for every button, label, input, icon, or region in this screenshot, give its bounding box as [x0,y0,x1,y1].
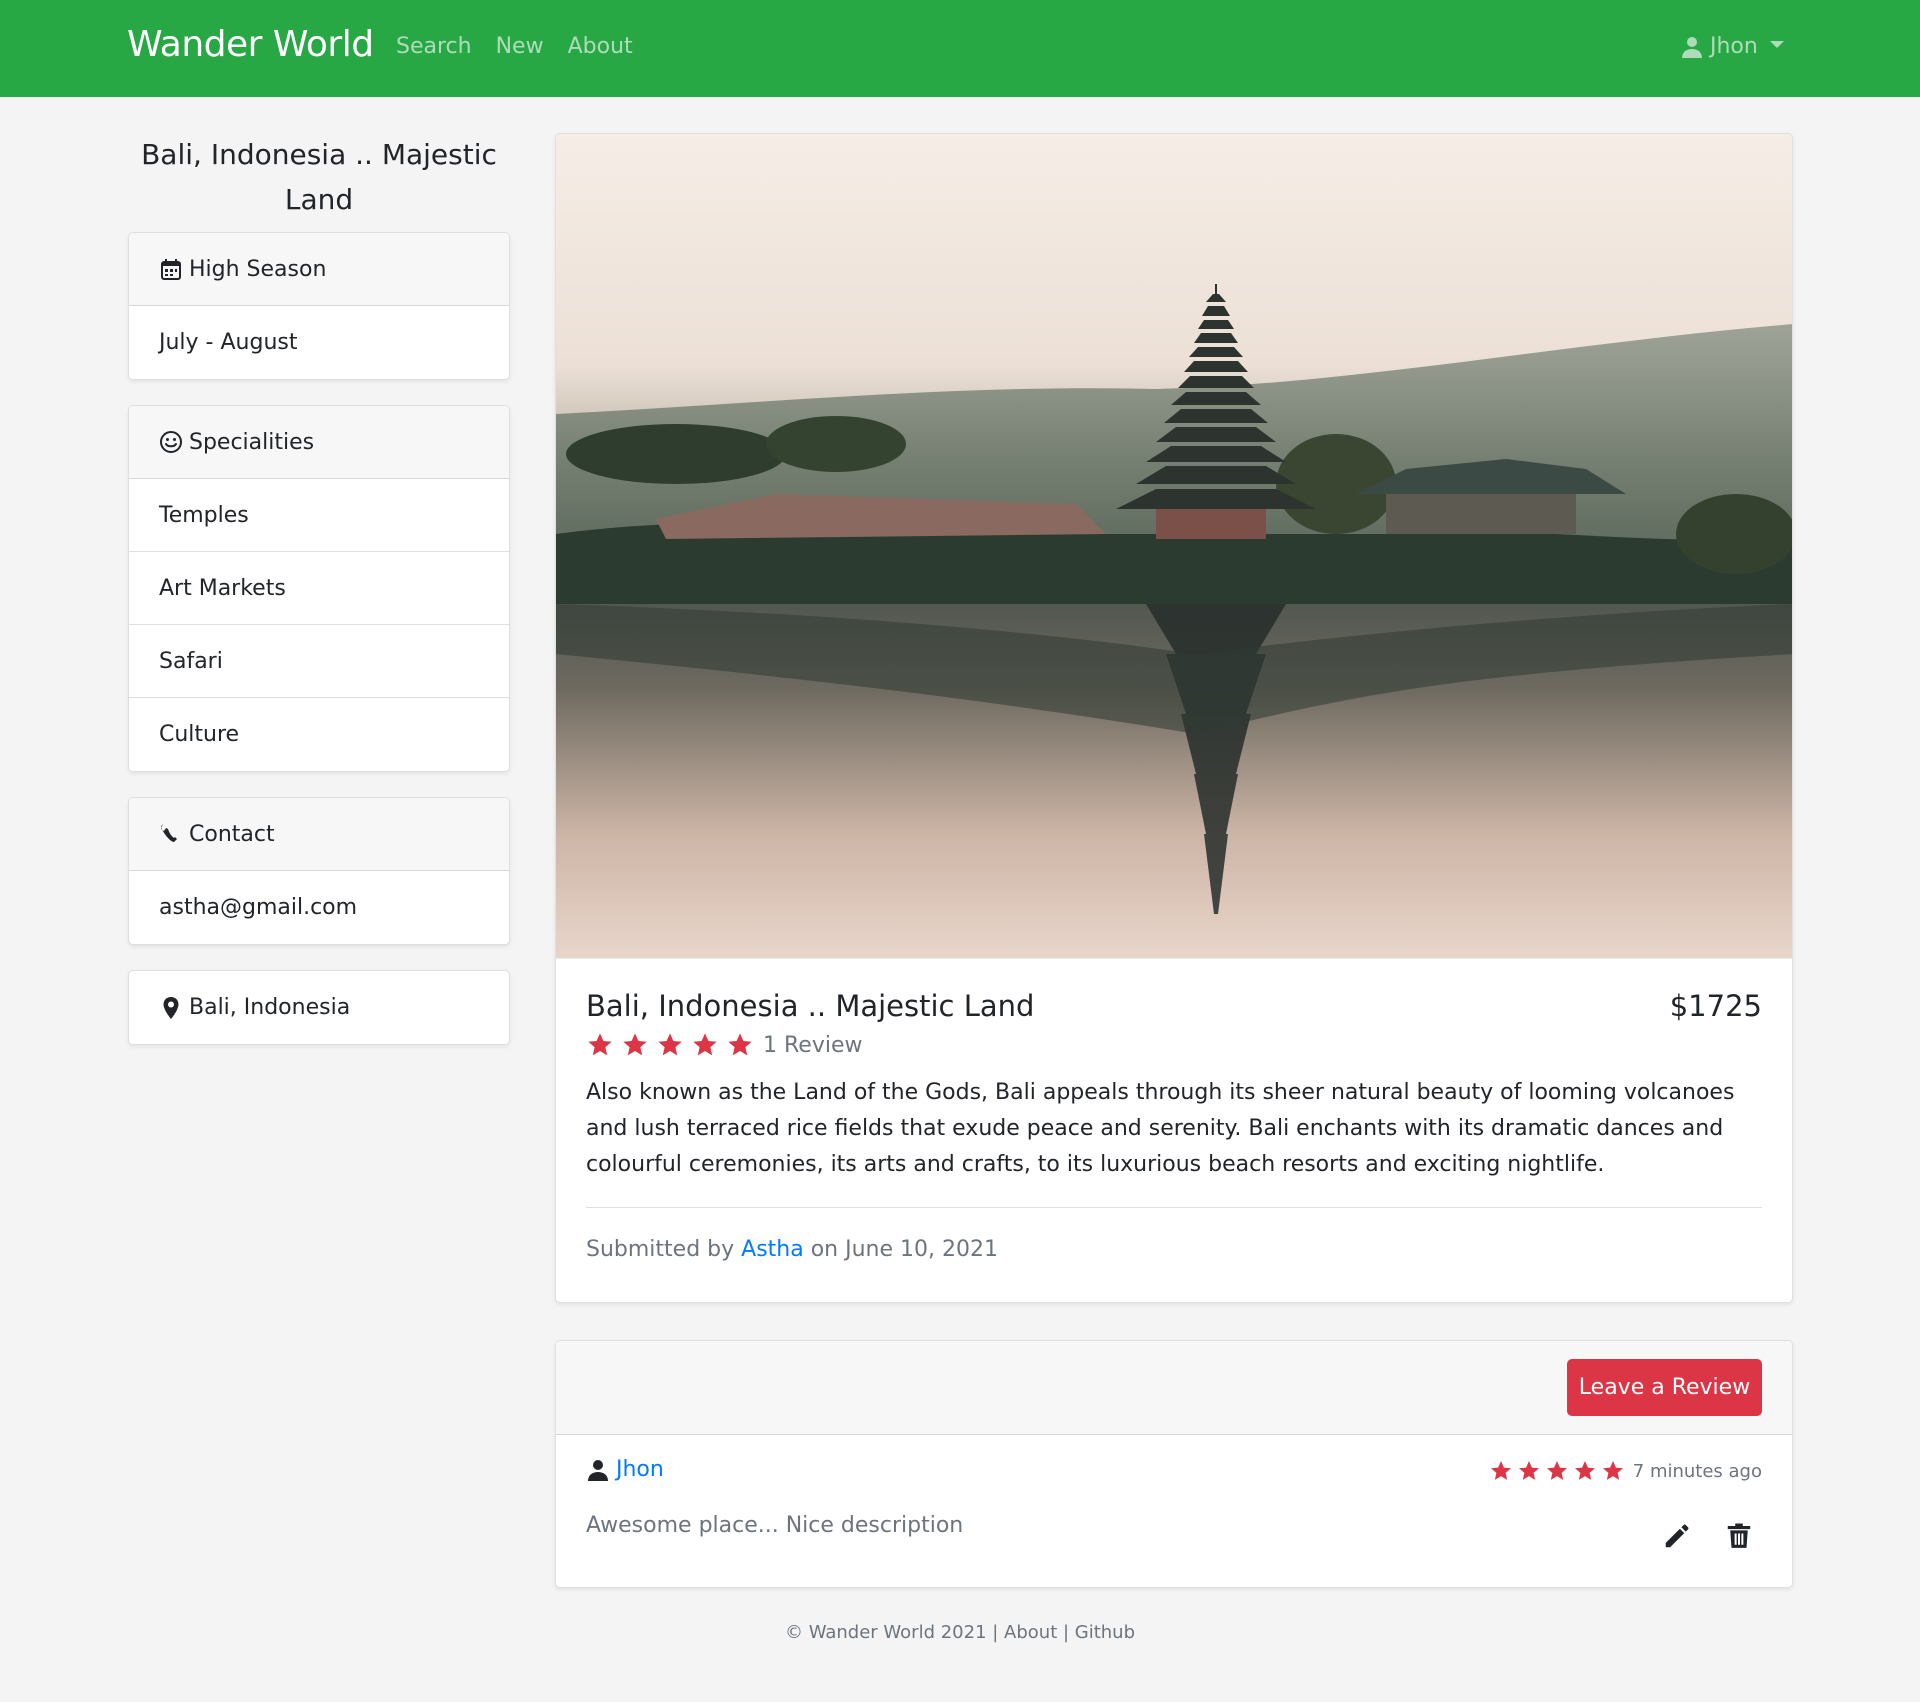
review-count: 1 Review [763,1032,863,1058]
listing-rating: 1 Review [586,1031,1762,1059]
user-icon [586,1458,610,1482]
season-card: High Season July - August [128,232,510,380]
map-marker-icon [159,996,183,1020]
review-text: Awesome place... Nice description [586,1513,964,1538]
star-icon [1574,1461,1595,1480]
trash-icon[interactable] [1724,1521,1754,1551]
phone-icon [159,822,183,846]
season-header: High Season [129,233,509,306]
sidebar-title: Bali, Indonesia .. Majestic Land [141,138,497,216]
star-icon [623,1033,647,1056]
brand-logo[interactable]: Wander World [127,24,374,65]
contact-card: Contact astha@gmail.com [128,797,510,945]
star-icon [1546,1461,1567,1480]
specialities-header: Specialities [129,406,509,479]
submitted-prefix: Submitted by [586,1237,735,1262]
nav-link-new[interactable]: New [496,34,544,59]
author-link[interactable]: Astha [741,1237,804,1262]
location-row: Bali, Indonesia [129,971,509,1044]
season-value: July - August [159,330,298,355]
review-meta: 7 minutes ago [1489,1459,1762,1483]
contact-email: astha@gmail.com [159,895,358,920]
user-name: Jhon [1710,34,1758,59]
speciality-item: Temples [129,479,509,552]
location-card: Bali, Indonesia [128,970,510,1045]
navbar: Wander World Search New About Jhon [0,0,1920,97]
divider [586,1207,1762,1208]
nav-link-about[interactable]: About [568,34,633,59]
user-icon [1680,35,1704,59]
star-icon [1490,1461,1511,1480]
reviews-card: Leave a Review Jhon 7 minutes ago Awesom… [555,1340,1793,1588]
specialities-card: Specialities Temples Art Markets Safari … [128,405,510,772]
star-icon [1518,1461,1539,1480]
star-icon [588,1033,612,1056]
reviews-header: Leave a Review [556,1341,1792,1435]
submitted-info: Submitted by Astha on June 10, 2021 [586,1237,1762,1262]
submitted-date: on June 10, 2021 [810,1237,998,1262]
star-icon [658,1033,682,1056]
edit-icon[interactable] [1662,1521,1692,1551]
review-user: Jhon [586,1457,664,1482]
location-text: Bali, Indonesia [189,995,351,1020]
season-label: High Season [189,256,327,282]
leave-review-button[interactable]: Leave a Review [1567,1359,1762,1416]
listing-card: Bali, Indonesia .. Majestic Land $1725 1… [555,133,1793,1303]
star-icon [728,1033,752,1056]
star-icon [1602,1461,1623,1480]
specialities-label: Specialities [189,429,315,455]
listing-image [556,134,1792,959]
smile-icon [159,430,183,454]
contact-label: Contact [189,821,275,847]
footer: © Wander World 2021 | About | Github [784,1622,1136,1643]
listing-price: $1725 [1669,989,1762,1023]
contact-header: Contact [129,798,509,871]
nav-link-search[interactable]: Search [396,34,472,59]
review-time: 7 minutes ago [1632,1460,1762,1482]
calendar-icon [159,257,183,281]
star-icon [693,1033,717,1056]
listing-description: Also known as the Land of the Gods, Bali… [586,1080,1735,1177]
user-dropdown[interactable]: Jhon [1680,34,1784,59]
chevron-down-icon [1769,41,1784,48]
listing-title: Bali, Indonesia .. Majestic Land [586,989,1035,1023]
review-user-link[interactable]: Jhon [616,1457,664,1482]
speciality-item: Culture [159,722,240,747]
speciality-item: Art Markets [129,552,509,625]
nav-links: Search New About [396,34,633,59]
sidebar: Bali, Indonesia .. Majestic Land High Se… [128,132,510,1045]
speciality-item: Safari [129,625,509,698]
review-item: Jhon 7 minutes ago Awesome place... Nice… [556,1435,1792,1587]
